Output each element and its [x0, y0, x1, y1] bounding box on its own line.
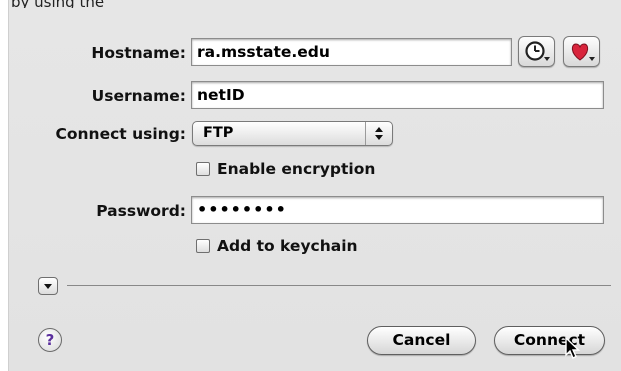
- hostname-field[interactable]: ra.msstate.edu: [191, 38, 512, 66]
- clipped-text-fragment: by using the: [11, 0, 181, 8]
- clock-icon: [525, 41, 545, 61]
- password-field[interactable]: ••••••••: [191, 196, 604, 224]
- username-label: Username:: [91, 87, 186, 105]
- popup-arrows-icon: [365, 122, 392, 145]
- checkbox-box[interactable]: [196, 239, 210, 253]
- menu-arrow-icon: [589, 57, 595, 61]
- hostname-label: Hostname:: [91, 44, 186, 62]
- add-to-keychain-checkbox[interactable]: Add to keychain: [196, 237, 358, 255]
- add-to-keychain-label: Add to keychain: [217, 237, 358, 255]
- protocol-value: FTP: [203, 125, 234, 141]
- favorites-button[interactable]: [563, 36, 600, 67]
- protocol-popup[interactable]: FTP: [192, 121, 393, 146]
- help-button[interactable]: ?: [38, 328, 62, 352]
- arrow-pointer-icon: [565, 337, 581, 359]
- enable-encryption-label: Enable encryption: [217, 160, 376, 178]
- enable-encryption-checkbox[interactable]: Enable encryption: [196, 160, 375, 178]
- cancel-button[interactable]: Cancel: [367, 326, 476, 355]
- connect-dialog: by using the Hostname: ra.msstate.edu Us…: [8, 0, 621, 371]
- menu-arrow-icon: [544, 57, 550, 61]
- connect-using-label: Connect using:: [55, 125, 186, 143]
- password-label: Password:: [96, 202, 186, 220]
- triangle-down-icon: [44, 283, 52, 289]
- username-field[interactable]: netID: [191, 81, 604, 109]
- checkbox-box[interactable]: [196, 162, 210, 176]
- history-button[interactable]: [518, 36, 555, 67]
- divider: [67, 285, 611, 286]
- connect-button[interactable]: Connect: [494, 326, 605, 355]
- heart-icon: [571, 43, 589, 61]
- options-disclosure-button[interactable]: [38, 277, 58, 295]
